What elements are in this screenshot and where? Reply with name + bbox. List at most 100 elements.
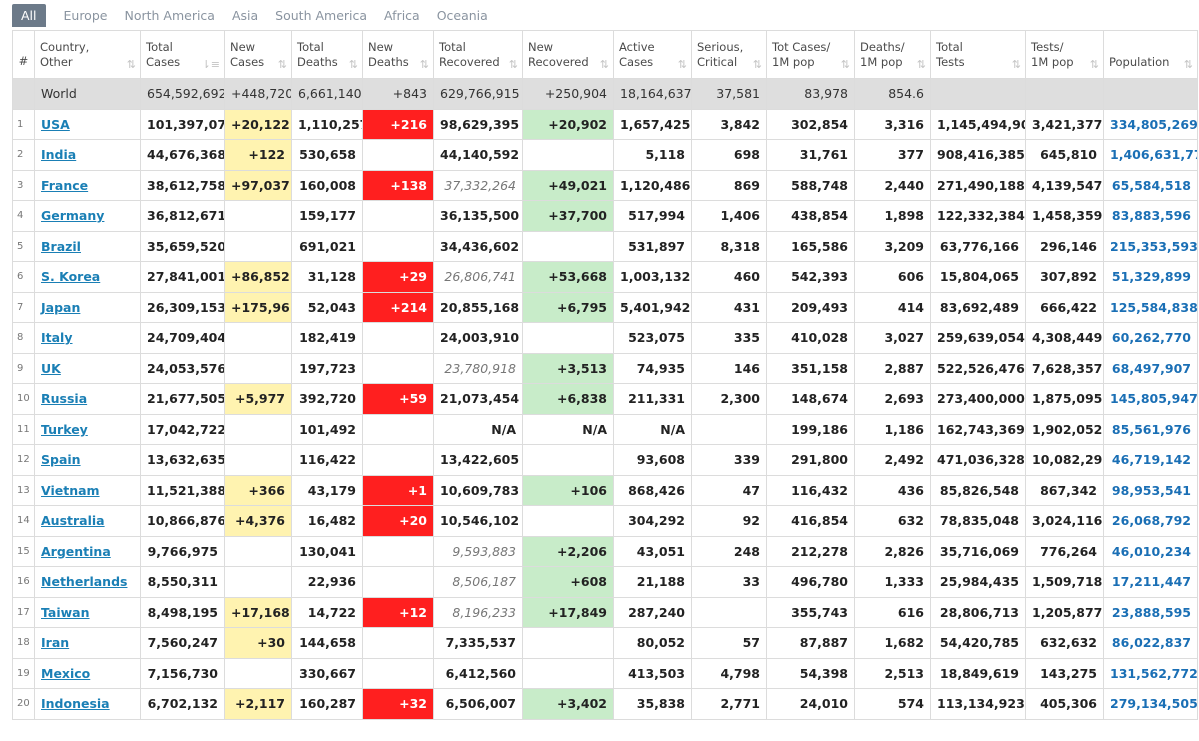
country-link[interactable]: Spain (41, 452, 81, 467)
cell-deaths-per-1m: 436 (854, 474, 931, 506)
header-line-1: Deaths/ (860, 39, 905, 54)
tab-africa[interactable]: Africa (384, 3, 437, 28)
cell-tests-per-1m: 632,632 (1025, 627, 1104, 659)
column-header-deaths-per-1m[interactable]: Deaths/1M pop ⇅ (854, 30, 931, 79)
sort-icon[interactable]: ⇅ (841, 57, 850, 72)
table-row: 3 France 38,612,758 +97,037 160,008 +138 37,33… (12, 169, 1198, 201)
cell-rank: 15 (12, 535, 35, 567)
country-link[interactable]: Italy (41, 330, 73, 345)
cell-serious-critical: 869 (691, 169, 767, 201)
cell-total-deaths: 31,128 (291, 261, 363, 293)
sort-icon[interactable]: ⇅ (420, 57, 429, 72)
sort-icon[interactable]: ⇅ (509, 57, 518, 72)
cell-country: Iran (34, 627, 141, 659)
header-line-2: Deaths (297, 54, 338, 69)
sort-icon[interactable]: ⇅ (600, 57, 609, 72)
cell-total-deaths: 16,482 (291, 505, 363, 537)
sort-icon[interactable]: ⇅ (678, 57, 687, 72)
country-link[interactable]: Brazil (41, 239, 81, 254)
tab-north-america[interactable]: North America (124, 3, 232, 28)
cell-active-cases: 287,240 (613, 596, 692, 628)
cell-total-recovered: 6,506,007 (433, 688, 523, 720)
column-header-new-deaths[interactable]: New Deaths ⇅ (362, 30, 434, 79)
country-link[interactable]: Taiwan (41, 605, 90, 620)
cell-total-cases: 44,676,368 (140, 139, 225, 171)
table-row: 18 Iran 7,560,247 +30 144,658 7,335,537 80,052… (12, 627, 1198, 659)
country-link[interactable]: Mexico (41, 666, 90, 681)
column-header-total-tests[interactable]: Total Tests ⇅ (930, 30, 1026, 79)
column-header-serious-critical[interactable]: Serious, Critical ⇅ (691, 30, 767, 79)
cell-total-cases: 38,612,758 (140, 169, 225, 201)
cell-serious-critical (691, 413, 767, 445)
tab-all[interactable]: All (12, 3, 46, 27)
cell-total-deaths: 160,008 (291, 169, 363, 201)
column-header-active-cases[interactable]: Active Cases ⇅ (613, 30, 692, 79)
tab-south-america[interactable]: South America (275, 3, 384, 28)
cell-rank: 19 (12, 657, 35, 689)
region-tabs: All Europe North America Asia South America A… (0, 0, 1199, 30)
cell-population: 65,584,518 (1103, 169, 1198, 201)
column-header-population[interactable]: Population ⇅ (1103, 30, 1198, 79)
sort-icon[interactable]: ⇅ (1184, 57, 1193, 72)
tab-asia[interactable]: Asia (232, 3, 275, 28)
column-header-country[interactable]: Country, Other ⇅ (34, 30, 141, 79)
country-link[interactable]: S. Korea (41, 269, 100, 284)
cell-tests-per-1m: 3,024,116 (1025, 505, 1104, 537)
sort-icon[interactable]: ⇅ (917, 57, 926, 72)
header-line-1: # (18, 54, 29, 68)
cell-new-deaths: +138 (362, 169, 434, 201)
cell-tot-cases-per-1m: 83,978 (766, 78, 855, 110)
cell-total-deaths: 43,179 (291, 474, 363, 506)
tab-europe[interactable]: Europe (64, 3, 125, 28)
cell-total-recovered: 26,806,741 (433, 261, 523, 293)
country-link[interactable]: Iran (41, 635, 69, 650)
column-header-total-recovered[interactable]: Total Recovered ⇅ (433, 30, 523, 79)
sort-icon[interactable]: ⇅ (127, 57, 136, 72)
country-link[interactable]: UK (41, 361, 61, 376)
cell-new-recovered: +3,402 (522, 688, 614, 720)
cell-country: Turkey (34, 413, 141, 445)
sort-icon[interactable]: ⇅ (753, 57, 762, 72)
country-link[interactable]: India (41, 147, 76, 162)
cell-new-recovered (522, 627, 614, 659)
country-link[interactable]: Japan (41, 300, 80, 315)
sort-icon[interactable]: ⇅ (349, 57, 358, 72)
table-row: 2 India 44,676,368 +122 530,658 44,140,592 5,1… (12, 139, 1198, 171)
cell-serious-critical: 431 (691, 291, 767, 323)
cell-deaths-per-1m: 574 (854, 688, 931, 720)
country-link[interactable]: Turkey (41, 422, 88, 437)
cell-country: Germany (34, 200, 141, 232)
sort-icon[interactable]: ⇅ (1012, 57, 1021, 72)
column-header-total-deaths[interactable]: Total Deaths ⇅ (291, 30, 363, 79)
header-line-1: Total (297, 39, 324, 54)
country-link[interactable]: Argentina (41, 544, 111, 559)
column-header-tests-per-1m[interactable]: Tests/1M pop ⇅ (1025, 30, 1104, 79)
country-link[interactable]: Australia (41, 513, 105, 528)
table-row: 14 Australia 10,866,876 +4,376 16,482 +20 10,5… (12, 505, 1198, 537)
column-header-new-cases[interactable]: New Cases ⇅ (224, 30, 292, 79)
country-link[interactable]: Russia (41, 391, 87, 406)
country-link[interactable]: Vietnam (41, 483, 100, 498)
cell-total-cases: 24,053,576 (140, 352, 225, 384)
cell-new-recovered (522, 322, 614, 354)
cell-population: 215,353,593 (1103, 230, 1198, 262)
sort-icon[interactable]: ⇅ (1090, 57, 1099, 72)
country-link[interactable]: Netherlands (41, 574, 127, 589)
sort-icon[interactable]: ⇅ (278, 57, 287, 72)
column-header-total-cases[interactable]: Total Cases ⇂≡ (140, 30, 225, 79)
country-link[interactable]: Indonesia (41, 696, 110, 711)
column-header-tot-cases-per-1m[interactable]: Tot Cases/1M pop ⇅ (766, 30, 855, 79)
header-line-2: Critical (697, 54, 738, 69)
cell-tot-cases-per-1m: 54,398 (766, 657, 855, 689)
cell-new-deaths: +216 (362, 108, 434, 140)
column-header-new-recovered[interactable]: New Recovered ⇅ (522, 30, 614, 79)
sort-icon[interactable]: ⇂≡ (202, 57, 220, 72)
cell-rank: 10 (12, 383, 35, 415)
country-link[interactable]: France (41, 178, 88, 193)
cell-new-recovered: +17,849 (522, 596, 614, 628)
country-link[interactable]: USA (41, 117, 70, 132)
country-link[interactable]: Germany (41, 208, 104, 223)
cell-total-recovered: 20,855,168 (433, 291, 523, 323)
header-line-2: Cases (146, 54, 181, 69)
tab-oceania[interactable]: Oceania (437, 3, 505, 28)
